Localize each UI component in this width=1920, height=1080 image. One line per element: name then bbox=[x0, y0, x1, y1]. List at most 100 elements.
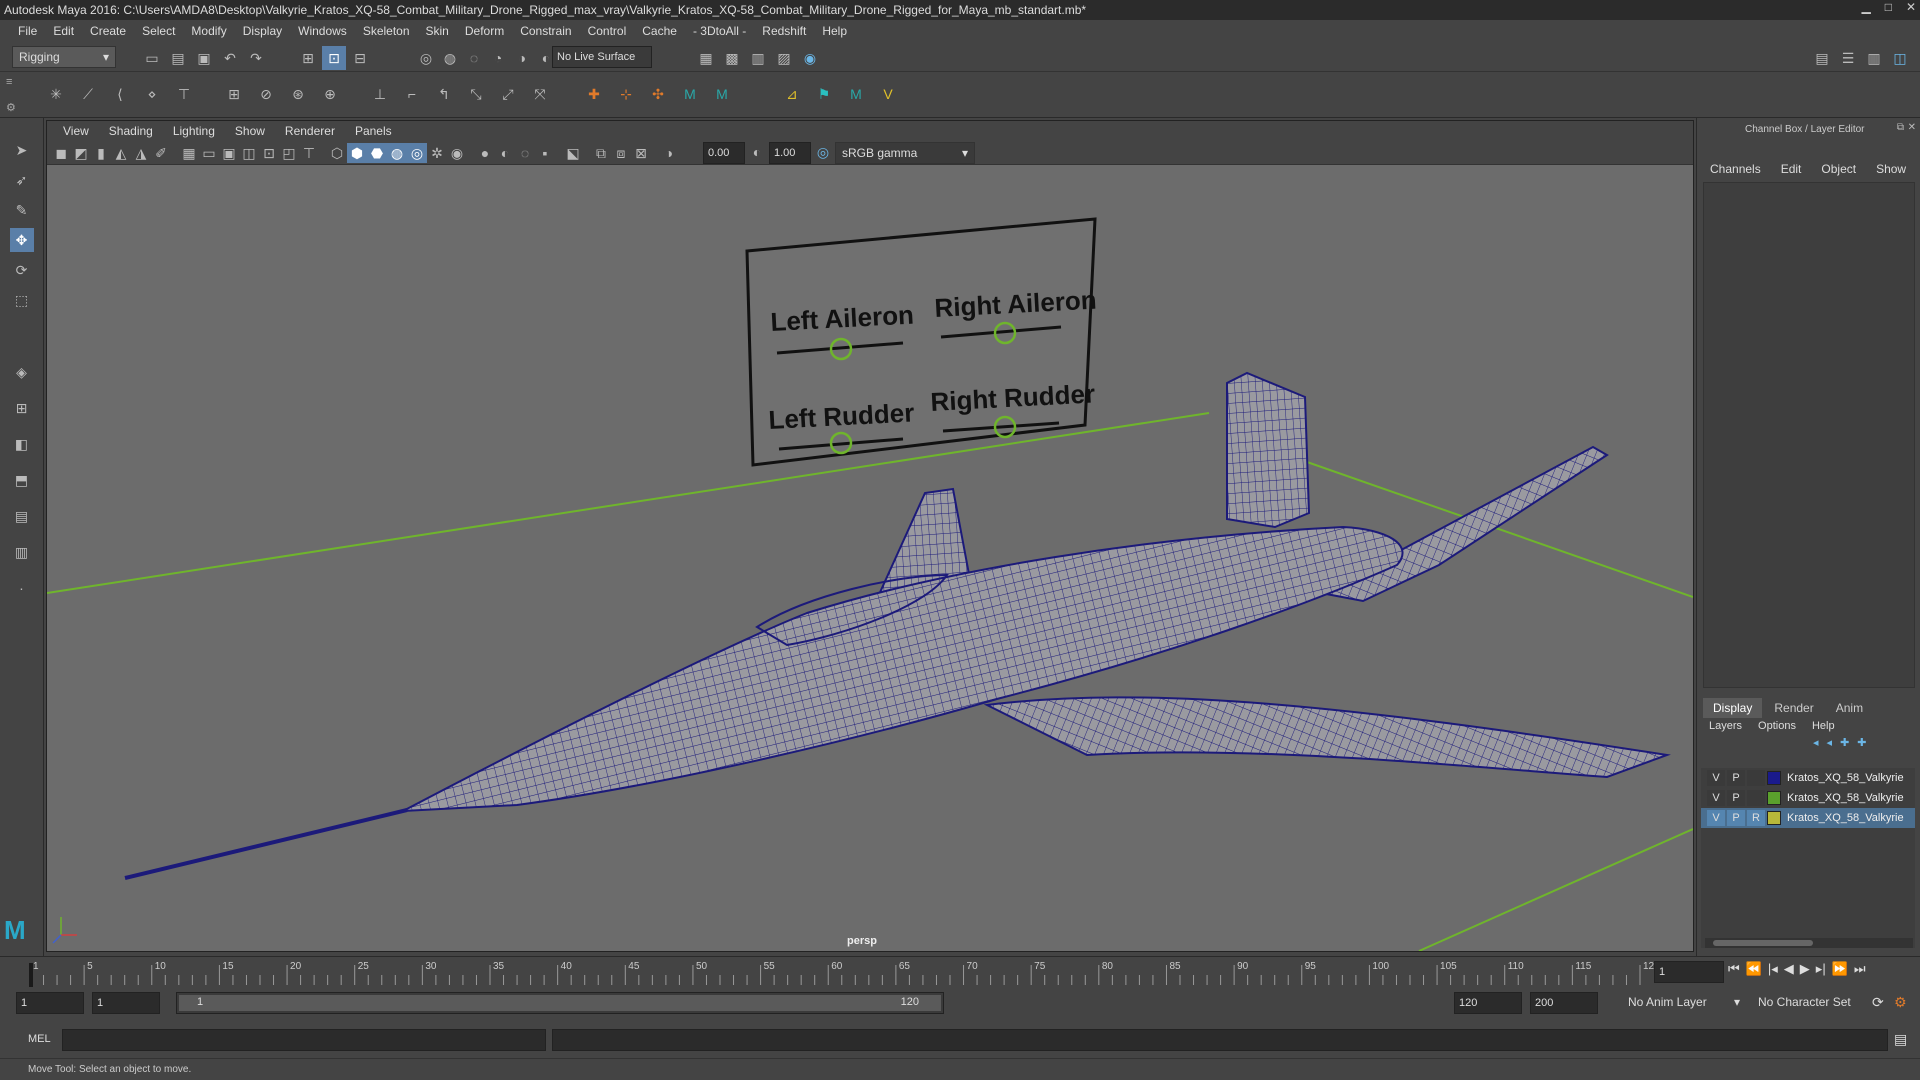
xray-active-icon[interactable]: ⧈ bbox=[611, 143, 631, 163]
script-editor-icon[interactable]: ▤ bbox=[1894, 1031, 1907, 1048]
gamma-field[interactable]: 1.00 bbox=[769, 142, 811, 164]
channel-box-menu-3[interactable]: Show bbox=[1869, 162, 1913, 176]
menu-1[interactable]: Edit bbox=[45, 24, 82, 38]
layer-playback-toggle[interactable]: P bbox=[1727, 810, 1745, 826]
aim-constraint-icon[interactable]: ⤢ bbox=[496, 82, 520, 106]
grid-icon[interactable]: ▦ bbox=[179, 143, 199, 163]
wireframe-icon[interactable]: ⬡ bbox=[327, 143, 347, 163]
2d-pan-zoom-icon[interactable]: ◮ bbox=[131, 143, 151, 163]
close-panel-icon[interactable]: ✕ bbox=[1908, 122, 1916, 133]
layer-list-scrollbar[interactable] bbox=[1705, 938, 1913, 948]
layer-color-swatch[interactable] bbox=[1767, 791, 1781, 805]
shelf-menu[interactable]: ≡ ⚙ bbox=[6, 76, 22, 114]
move-layer-down-icon[interactable]: ◂ bbox=[1827, 736, 1833, 749]
safe-action-icon[interactable]: ◰ bbox=[279, 143, 299, 163]
grease-pencil-icon[interactable]: ✐ bbox=[151, 143, 171, 163]
range-slider-handle[interactable]: 1 120 bbox=[179, 995, 941, 1011]
parent-constraint-icon[interactable]: ↰ bbox=[432, 82, 456, 106]
xray-joints-icon[interactable]: ⧉ bbox=[591, 143, 611, 163]
float-panel-icon[interactable]: ⧉ bbox=[1897, 122, 1904, 133]
menu-5[interactable]: Display bbox=[235, 24, 290, 38]
current-time-indicator[interactable] bbox=[29, 963, 33, 987]
textured-icon[interactable]: ◍ bbox=[387, 143, 407, 163]
minimize-icon[interactable]: ▁ bbox=[1861, 0, 1870, 20]
range-slider[interactable]: 1 120 bbox=[176, 992, 944, 1014]
auto-key-icon[interactable]: ⟳ bbox=[1872, 994, 1884, 1011]
layer-visibility-toggle[interactable]: V bbox=[1707, 810, 1725, 826]
paint-weights-icon[interactable]: ⊘ bbox=[254, 82, 278, 106]
scale-tool-icon[interactable]: ⬚ bbox=[10, 288, 34, 312]
control-board[interactable]: Left Aileron Right Aileron Left Rudder R… bbox=[745, 217, 1097, 467]
layer-playback-toggle[interactable]: P bbox=[1727, 790, 1745, 806]
outliner-persp-layout-icon[interactable]: ▤ bbox=[10, 504, 34, 528]
shelf-settings-icon[interactable]: ⚙ bbox=[6, 101, 22, 114]
wireframe-on-shaded-icon[interactable]: ⬣ bbox=[367, 143, 387, 163]
scene-view[interactable]: Left Aileron Right Aileron Left Rudder R… bbox=[47, 165, 1693, 951]
xray-icon[interactable]: ▪ bbox=[535, 143, 555, 163]
layer-display-type-toggle[interactable]: R bbox=[1747, 810, 1765, 826]
ik-spline-icon[interactable]: ⟨ bbox=[108, 82, 132, 106]
persp-graph-layout-icon[interactable]: ▥ bbox=[10, 540, 34, 564]
layer-display-type-toggle[interactable] bbox=[1747, 770, 1765, 786]
two-panes-side-layout-icon[interactable]: ◧ bbox=[10, 432, 34, 456]
animation-start-field[interactable]: 1 bbox=[16, 992, 84, 1014]
film-gate-icon[interactable]: ▭ bbox=[199, 143, 219, 163]
layer-color-swatch[interactable] bbox=[1767, 811, 1781, 825]
blend-shape-icon[interactable]: M bbox=[844, 82, 868, 106]
viewport-panel[interactable]: View Shading Lighting Show Renderer Panels ◼ … bbox=[46, 120, 1694, 952]
step-back-icon[interactable]: ⏪ bbox=[1746, 961, 1762, 977]
drone-rear-tail-fin[interactable] bbox=[1226, 371, 1311, 529]
mode-selector[interactable]: Rigging ▾ bbox=[12, 46, 116, 68]
menu-2[interactable]: Create bbox=[82, 24, 134, 38]
menu-12[interactable]: Cache bbox=[634, 24, 685, 38]
scale-constraint-icon[interactable]: ⤡ bbox=[464, 82, 488, 106]
shadows-icon[interactable]: ✲ bbox=[427, 143, 447, 163]
gamma-icon[interactable]: ◐ bbox=[747, 142, 767, 162]
layer-row[interactable]: V P Kratos_XQ_58_Valkyrie bbox=[1701, 768, 1915, 788]
ipr-render-icon[interactable]: ▥ bbox=[746, 46, 770, 70]
layer-tab-1[interactable]: Render bbox=[1764, 698, 1823, 718]
attribute-editor-icon[interactable]: ☰ bbox=[1836, 46, 1860, 70]
channel-box-menu-0[interactable]: Channels bbox=[1703, 162, 1768, 176]
select-tool-icon[interactable]: ➤ bbox=[10, 138, 34, 162]
layer-row[interactable]: V P Kratos_XQ_58_Valkyrie bbox=[1701, 788, 1915, 808]
close-icon[interactable]: ✕ bbox=[1906, 0, 1916, 20]
joint-tool-icon[interactable]: ✳ bbox=[44, 82, 68, 106]
exposure-icon[interactable]: ◑ bbox=[659, 143, 679, 163]
render-settings-icon[interactable]: ▨ bbox=[772, 46, 796, 70]
exposure-field[interactable]: 0.00 bbox=[703, 142, 745, 164]
viewport-menu-2[interactable]: Lighting bbox=[163, 124, 225, 138]
play-backwards-icon[interactable]: ◀ bbox=[1784, 961, 1794, 977]
point-constraint-icon[interactable]: ⊥ bbox=[368, 82, 392, 106]
depth-of-field-icon[interactable]: ◌ bbox=[515, 143, 535, 163]
menu-10[interactable]: Constrain bbox=[512, 24, 579, 38]
safe-title-icon[interactable]: ⊤ bbox=[299, 143, 319, 163]
wrap-deformer-icon[interactable]: ⊕ bbox=[318, 82, 342, 106]
modeling-toolkit-icon[interactable]: ▤ bbox=[1810, 46, 1834, 70]
lasso-tool-icon[interactable]: ➶ bbox=[10, 168, 34, 192]
menu-4[interactable]: Modify bbox=[183, 24, 234, 38]
viewport-menu-1[interactable]: Shading bbox=[99, 124, 163, 138]
more-layouts-icon[interactable]: · bbox=[10, 576, 34, 600]
playback-start-field[interactable]: 1 bbox=[92, 992, 160, 1014]
field-chart-icon[interactable]: ⊡ bbox=[259, 143, 279, 163]
live-surface-field[interactable]: No Live Surface bbox=[552, 46, 652, 68]
pose-editor-icon[interactable]: V bbox=[876, 82, 900, 106]
character-set-icon[interactable]: ✣ bbox=[646, 82, 670, 106]
undo-icon[interactable]: ↶ bbox=[218, 46, 242, 70]
animation-preferences-icon[interactable]: ⚙ bbox=[1894, 994, 1907, 1011]
time-ruler[interactable]: 1 5 10 15 20 25 30 35 40 45 50 55 60 65 70 75 80 85 90 95 10… bbox=[28, 957, 1678, 987]
layer-tab-0[interactable]: Display bbox=[1703, 698, 1763, 718]
snap-grid-icon[interactable]: ◎ bbox=[414, 46, 438, 70]
move-tool-icon[interactable]: ✥ bbox=[9, 228, 34, 252]
paint-select-tool-icon[interactable]: ✎ bbox=[10, 198, 34, 222]
ik-handle-icon[interactable]: ⟋ bbox=[76, 82, 100, 106]
bind-skin-icon[interactable]: ⊞ bbox=[222, 82, 246, 106]
menu-6[interactable]: Windows bbox=[290, 24, 355, 38]
command-input[interactable] bbox=[62, 1029, 546, 1051]
locator-icon[interactable]: ✚ bbox=[582, 82, 606, 106]
animation-end-field[interactable]: 200 bbox=[1530, 992, 1598, 1014]
step-forward-key-icon[interactable]: ▸| bbox=[1816, 961, 1826, 977]
lattice-icon[interactable]: ⊤ bbox=[172, 82, 196, 106]
object-mode-icon[interactable]: ⊡ bbox=[322, 46, 346, 70]
